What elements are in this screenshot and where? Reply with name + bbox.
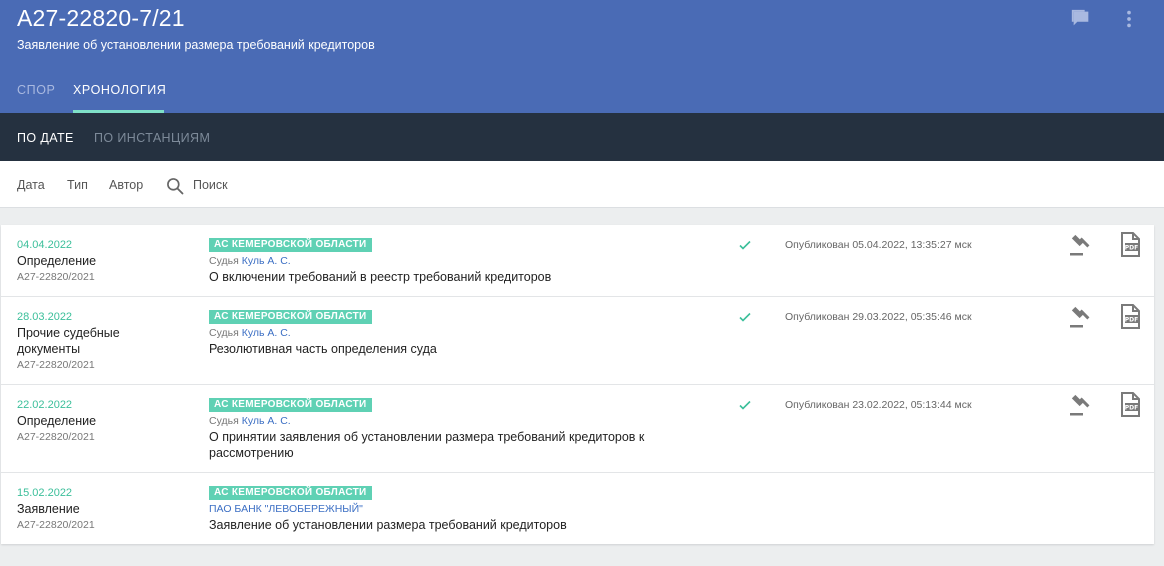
case-number-small: А27-22820/2021 bbox=[17, 271, 95, 283]
event-type-block: Заявление А27-22820/2021 bbox=[17, 501, 167, 533]
list-item[interactable]: 22.02.2022 Определение А27-22820/2021 АС… bbox=[1, 385, 1154, 473]
event-type: Определение bbox=[17, 254, 97, 268]
gavel-icon[interactable] bbox=[1068, 233, 1092, 257]
pdf-icon[interactable]: PDF bbox=[1118, 392, 1142, 418]
svg-text:PDF: PDF bbox=[1125, 317, 1138, 324]
more-vert-icon[interactable] bbox=[1118, 8, 1140, 30]
case-number-small: А27-22820/2021 bbox=[17, 359, 95, 371]
judge-line: Судья Куль А. С. bbox=[209, 327, 291, 339]
published-date: Опубликован 23.02.2022, 05:13:44 мск bbox=[785, 399, 972, 411]
case-number-small: А27-22820/2021 bbox=[17, 431, 95, 443]
judge-link[interactable]: Куль А. С. bbox=[242, 415, 291, 427]
gavel-icon[interactable] bbox=[1068, 393, 1092, 417]
event-type-block: Определение А27-22820/2021 bbox=[17, 253, 167, 285]
tab-chronology[interactable]: ХРОНОЛОГИЯ bbox=[73, 83, 166, 97]
event-type-block: Прочие судебные документы А27-22820/2021 bbox=[17, 325, 137, 373]
judge-label: Судья bbox=[209, 327, 239, 339]
event-date: 04.04.2022 bbox=[17, 239, 73, 251]
tab-by-date[interactable]: ПО ДАТЕ bbox=[17, 131, 74, 145]
published-date: Опубликован 05.04.2022, 13:35:27 мск bbox=[785, 239, 972, 251]
author-link[interactable]: ПАО БАНК "ЛЕВОБЕРЕЖНЫЙ" bbox=[209, 503, 363, 515]
check-icon bbox=[739, 312, 751, 322]
tab-dispute[interactable]: СПОР bbox=[17, 83, 55, 97]
court-badge: АС КЕМЕРОВСКОЙ ОБЛАСТИ bbox=[209, 310, 372, 324]
document-title[interactable]: Заявление об установлении размера требов… bbox=[209, 517, 689, 533]
event-type: Прочие судебные документы bbox=[17, 326, 120, 356]
pdf-icon[interactable]: PDF bbox=[1118, 304, 1142, 330]
list-item[interactable]: 28.03.2022 Прочие судебные документы А27… bbox=[1, 297, 1154, 385]
published-date: Опубликован 29.03.2022, 05:35:46 мск bbox=[785, 311, 972, 323]
search-icon[interactable] bbox=[165, 176, 185, 196]
case-subtitle: Заявление об установлении размера требов… bbox=[17, 38, 375, 52]
case-number: А27-22820-7/21 bbox=[17, 5, 185, 31]
case-header: А27-22820-7/21 Заявление об установлении… bbox=[0, 0, 1164, 113]
gavel-icon[interactable] bbox=[1068, 305, 1092, 329]
filter-bar: Дата Тип Автор Поиск bbox=[0, 161, 1164, 208]
chat-icon[interactable] bbox=[1070, 8, 1092, 30]
chronology-list: 04.04.2022 Определение А27-22820/2021 АС… bbox=[1, 225, 1154, 544]
judge-label: Судья bbox=[209, 415, 239, 427]
check-icon bbox=[739, 400, 751, 410]
filter-type[interactable]: Тип bbox=[67, 178, 88, 192]
event-type: Определение bbox=[17, 414, 97, 428]
judge-link[interactable]: Куль А. С. bbox=[242, 255, 291, 267]
judge-link[interactable]: Куль А. С. bbox=[242, 327, 291, 339]
search-field[interactable]: Поиск bbox=[193, 178, 228, 192]
event-type-block: Определение А27-22820/2021 bbox=[17, 413, 167, 445]
check-icon bbox=[739, 240, 751, 250]
view-mode-bar: ПО ДАТЕ ПО ИНСТАНЦИЯМ bbox=[0, 113, 1164, 161]
court-badge: АС КЕМЕРОВСКОЙ ОБЛАСТИ bbox=[209, 238, 372, 252]
tab-by-instance[interactable]: ПО ИНСТАНЦИЯМ bbox=[94, 131, 210, 145]
pdf-icon[interactable]: PDF bbox=[1118, 232, 1142, 258]
judge-label: Судья bbox=[209, 255, 239, 267]
list-item[interactable]: 04.04.2022 Определение А27-22820/2021 АС… bbox=[1, 225, 1154, 297]
case-number-small: А27-22820/2021 bbox=[17, 519, 95, 531]
document-title[interactable]: Резолютивная часть определения суда bbox=[209, 341, 689, 357]
event-type: Заявление bbox=[17, 502, 80, 516]
document-title[interactable]: О принятии заявления об установлении раз… bbox=[209, 429, 689, 461]
event-date: 28.03.2022 bbox=[17, 311, 73, 323]
filter-author[interactable]: Автор bbox=[109, 178, 143, 192]
svg-text:PDF: PDF bbox=[1125, 245, 1138, 252]
judge-line: Судья Куль А. С. bbox=[209, 415, 291, 427]
document-title[interactable]: О включении требований в реестр требован… bbox=[209, 269, 689, 285]
court-badge: АС КЕМЕРОВСКОЙ ОБЛАСТИ bbox=[209, 398, 372, 412]
judge-line: Судья Куль А. С. bbox=[209, 255, 291, 267]
svg-text:PDF: PDF bbox=[1125, 405, 1138, 412]
event-date: 22.02.2022 bbox=[17, 399, 73, 411]
filter-date[interactable]: Дата bbox=[17, 178, 45, 192]
event-date: 15.02.2022 bbox=[17, 487, 73, 499]
list-item[interactable]: 15.02.2022 Заявление А27-22820/2021 АС К… bbox=[1, 473, 1154, 544]
court-badge: АС КЕМЕРОВСКОЙ ОБЛАСТИ bbox=[209, 486, 372, 500]
